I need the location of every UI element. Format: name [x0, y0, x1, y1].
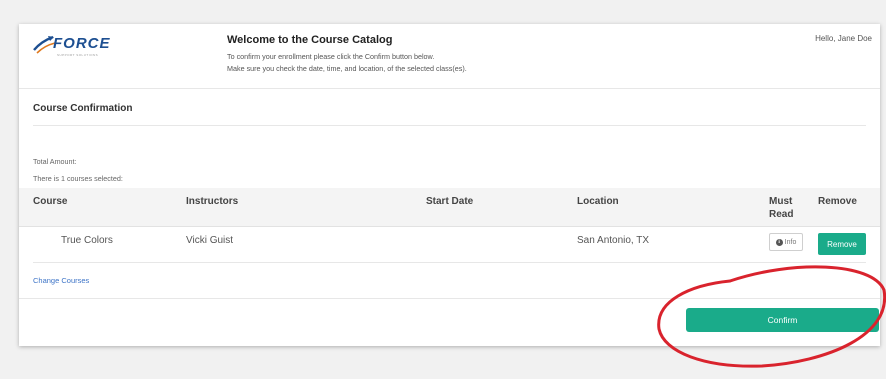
section-title: Course Confirmation [33, 103, 133, 114]
column-header-remove: Remove [818, 196, 857, 207]
confirm-button[interactable]: Confirm [686, 308, 879, 332]
info-circle-icon: i [775, 238, 783, 246]
course-catalog-card: FORCE SUPPORT SOLUTIONS Welcome to the C… [19, 24, 880, 346]
section-divider [33, 125, 866, 126]
selected-count-text: There is 1 courses selected: [33, 174, 123, 183]
force-logo: FORCE SUPPORT SOLUTIONS [33, 34, 143, 60]
table-header-row: Course Instructors Start Date Location M… [19, 188, 880, 227]
total-amount-label: Total Amount: [33, 157, 77, 166]
course-cell: True Colors [61, 235, 113, 246]
info-button[interactable]: i Info [769, 233, 803, 251]
welcome-instruction-line-1: To confirm your enrollment please click … [227, 52, 435, 61]
column-header-instructors: Instructors [186, 196, 239, 207]
change-courses-link[interactable]: Change Courses [33, 276, 89, 285]
info-button-label: Info [784, 238, 797, 246]
welcome-title: Welcome to the Course Catalog [227, 34, 393, 46]
remove-course-button[interactable]: Remove [818, 233, 866, 255]
user-greeting: Hello, Jane Doe [815, 34, 872, 43]
logo-wordmark: FORCE [53, 35, 111, 52]
column-header-must-read-line-1: Must [769, 196, 793, 207]
column-header-course: Course [33, 196, 68, 207]
column-header-start-date: Start Date [426, 196, 474, 207]
welcome-instruction-line-2: Make sure you check the date, time, and … [227, 64, 467, 73]
header-divider [19, 88, 880, 89]
column-header-must-read-line-2: Read [769, 209, 794, 220]
column-header-location: Location [577, 196, 619, 207]
footer-divider [19, 298, 880, 299]
logo-tagline: SUPPORT SOLUTIONS [57, 53, 99, 57]
instructor-cell: Vicki Guist [186, 235, 234, 246]
location-cell: San Antonio, TX [577, 235, 650, 246]
row-divider [33, 262, 866, 263]
